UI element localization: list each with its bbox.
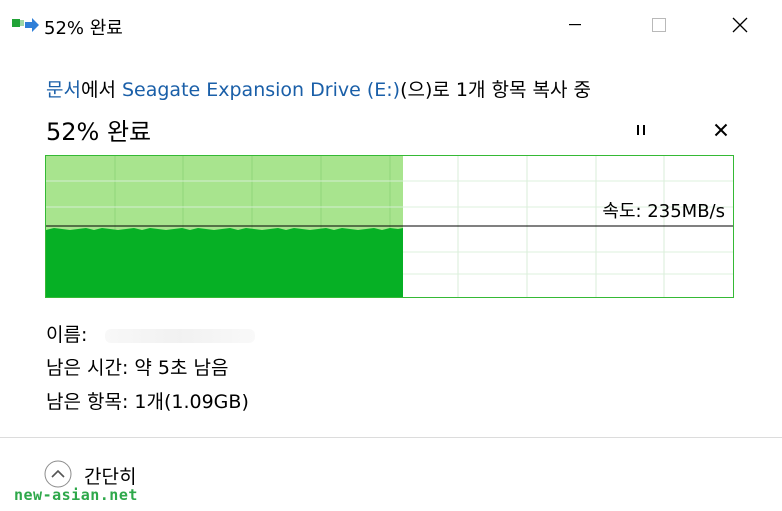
- cancel-button[interactable]: [706, 116, 736, 144]
- items-remaining: 남은 항목: 1개(1.09GB): [46, 391, 249, 413]
- watermark-text: new-asian.net: [14, 486, 138, 504]
- maximize-button[interactable]: [636, 8, 682, 42]
- throughput-area: [46, 228, 403, 297]
- transfer-speed-graph: 속도: 235MB/s: [45, 155, 734, 298]
- speed-readout: 속도: 235MB/s: [602, 201, 725, 222]
- maximize-icon: [652, 18, 666, 32]
- progress-heading: 52% 완료: [46, 118, 152, 146]
- copy-description: 문서에서 Seagate Expansion Drive (E:)(으)로 1개…: [46, 75, 591, 102]
- minimize-button[interactable]: [552, 8, 598, 42]
- footer: 간단히 new-asian.net: [0, 438, 782, 511]
- file-name-label: 이름:: [46, 324, 88, 346]
- copy-progress-icon: [12, 16, 40, 36]
- window-title: 52% 완료: [44, 18, 123, 39]
- close-icon: [732, 17, 748, 33]
- pause-icon: [637, 125, 645, 135]
- file-name-redacted: [105, 328, 256, 343]
- time-remaining: 남은 시간: 약 5초 남음: [46, 357, 229, 379]
- chevron-up-icon: [44, 460, 72, 488]
- source-folder-link[interactable]: 문서: [46, 79, 81, 101]
- pause-button[interactable]: [626, 116, 656, 144]
- fewer-details-label: 간단히: [84, 466, 137, 488]
- from-text: 에서: [80, 79, 122, 101]
- speed-graph-canvas: [46, 156, 733, 297]
- destination-drive-link[interactable]: Seagate Expansion Drive (E:): [122, 79, 400, 101]
- file-name-row: 이름:: [46, 320, 256, 347]
- minimize-icon: [569, 24, 581, 26]
- close-button[interactable]: [717, 8, 763, 42]
- cancel-icon: [714, 123, 728, 137]
- copy-status-text: (으)로 1개 항목 복사 중: [400, 79, 591, 101]
- title-bar: 52% 완료: [0, 0, 782, 50]
